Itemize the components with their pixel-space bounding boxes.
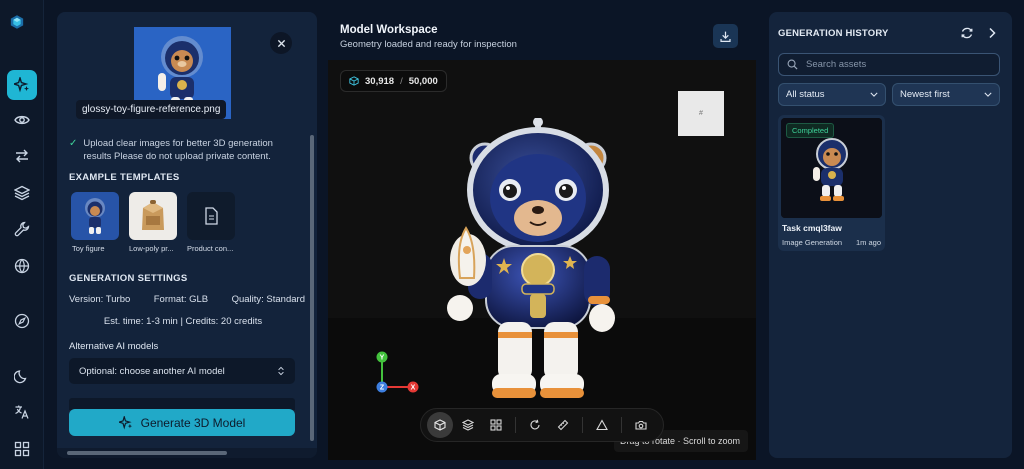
history-card-meta: Image Generation 1m ago — [782, 238, 881, 247]
panel-horizontal-scrollbar[interactable] — [67, 451, 227, 455]
template-label: Product con... — [187, 244, 234, 253]
polygon-max: 50,000 — [408, 75, 438, 87]
astronaut-bear-model — [447, 118, 615, 398]
history-card-time: 1m ago — [855, 238, 881, 247]
template-low-poly[interactable] — [129, 192, 177, 240]
panel-vertical-scrollbar[interactable] — [310, 135, 314, 441]
remove-image-button[interactable] — [270, 32, 292, 54]
download-icon — [720, 31, 731, 42]
grid-icon — [490, 419, 502, 431]
status-badge: Completed — [786, 123, 835, 138]
template-label: Toy figure — [72, 244, 105, 253]
axis-y-label: Y — [380, 355, 385, 362]
sparkle-icon — [118, 415, 132, 429]
sort-dropdown[interactable]: Newest first — [892, 83, 1000, 106]
left-rail — [0, 0, 44, 469]
template-label: Low-poly pr... — [129, 244, 174, 253]
wireframe-button[interactable] — [589, 412, 615, 438]
rail-moon-icon[interactable] — [7, 361, 37, 391]
rail-swap-icon[interactable] — [7, 141, 37, 171]
asset-search[interactable] — [778, 53, 1000, 76]
axis-gizmo: Y Z X — [376, 351, 419, 393]
generate-button-label: Generate 3D Model — [140, 415, 246, 430]
upload-tip: ✓ Upload clear images for better 3D gene… — [69, 137, 299, 163]
polygon-count: 30,918 — [365, 75, 395, 87]
view-solid-button[interactable] — [427, 412, 453, 438]
setting-version: Version: Turbo — [69, 294, 131, 305]
chevron-down-icon — [870, 92, 878, 97]
rail-wrench-icon[interactable] — [7, 214, 37, 244]
screenshot-button[interactable] — [628, 412, 654, 438]
setting-quality: Quality: Standard — [231, 294, 305, 305]
alt-model-placeholder: Optional: choose another AI model — [79, 365, 225, 377]
rail-eye-icon[interactable] — [7, 105, 37, 135]
template-toy-figure[interactable] — [71, 192, 119, 240]
workspace-subtitle: Geometry loaded and ready for inspection — [340, 39, 517, 50]
status-filter-value: All status — [786, 89, 825, 100]
sort-value: Newest first — [900, 89, 950, 100]
rail-compass-icon[interactable] — [7, 306, 37, 336]
upload-tip-text: Upload clear images for better 3D genera… — [83, 138, 273, 162]
layers-icon — [462, 419, 474, 431]
generation-history-panel: GENERATION HISTORY All status Newest fir… — [769, 12, 1012, 458]
status-filter-dropdown[interactable]: All status — [778, 83, 886, 106]
history-card-thumbnail: Completed — [781, 118, 882, 218]
generation-panel: glossy-toy-figure-reference.png ✓ Upload… — [57, 12, 317, 458]
rail-grid-icon[interactable] — [7, 434, 37, 464]
chevron-down-icon — [984, 92, 992, 97]
model-viewport[interactable]: 30,918 / 50,000 # Y Z X Drag to rotate ·… — [328, 60, 756, 460]
reset-rotation-button[interactable] — [522, 412, 548, 438]
ruler-icon — [557, 419, 569, 431]
axis-z-label: Z — [380, 385, 385, 392]
templates-heading: EXAMPLE TEMPLATES — [69, 172, 180, 183]
measure-button[interactable] — [550, 412, 576, 438]
history-card-type: Image Generation — [782, 238, 843, 247]
rail-layers-icon[interactable] — [7, 178, 37, 208]
rail-generate-icon[interactable] — [7, 70, 37, 100]
search-icon — [787, 59, 798, 70]
alt-model-select[interactable]: Optional: choose another AI model — [69, 358, 295, 384]
cube-icon — [349, 76, 359, 86]
close-icon — [277, 39, 285, 47]
setting-format: Format: GLB — [153, 294, 209, 305]
camera-icon — [635, 420, 647, 430]
toolbar-divider — [515, 417, 516, 433]
rotate-icon — [530, 419, 540, 430]
viewport-toolbar — [420, 408, 664, 442]
history-card[interactable]: Completed Task cmql3faw Image Generation… — [778, 115, 885, 251]
axis-x-label: X — [411, 385, 416, 392]
uploaded-file-name: glossy-toy-figure-reference.png — [76, 100, 227, 119]
rail-globe-icon[interactable] — [7, 251, 37, 281]
history-title: GENERATION HISTORY — [778, 28, 889, 39]
document-icon — [205, 207, 218, 225]
template-product[interactable] — [187, 192, 235, 240]
polygon-separator: / — [400, 75, 403, 87]
check-icon: ✓ — [69, 138, 78, 149]
triangle-icon — [596, 419, 608, 431]
updown-chevron-icon — [278, 366, 284, 376]
settings-summary: Version: Turbo Format: GLB Quality: Stan… — [69, 294, 305, 305]
download-button[interactable] — [713, 24, 738, 48]
app-logo-icon[interactable] — [9, 14, 35, 40]
history-card-title: Task cmql3faw — [782, 223, 842, 233]
toolbar-divider — [582, 417, 583, 433]
rail-translate-icon[interactable] — [7, 397, 37, 427]
generate-3d-model-button[interactable]: Generate 3D Model — [69, 409, 295, 436]
polygon-count-badge: 30,918 / 50,000 — [340, 70, 447, 92]
cube-icon — [434, 419, 446, 431]
alt-models-heading: Alternative AI models — [69, 341, 159, 352]
toolbar-divider — [621, 417, 622, 433]
view-layers-button[interactable] — [455, 412, 481, 438]
chevron-right-icon[interactable] — [985, 26, 999, 40]
refresh-icon[interactable] — [960, 26, 974, 40]
workspace-title: Model Workspace — [340, 24, 438, 36]
estimate-text: Est. time: 1-3 min | Credits: 20 credits — [103, 316, 263, 327]
settings-heading: GENERATION SETTINGS — [69, 273, 188, 284]
reference-preview-glyph: # — [699, 110, 703, 117]
search-input[interactable] — [806, 59, 986, 70]
reference-preview[interactable]: # — [678, 91, 724, 136]
view-grid-button[interactable] — [483, 412, 509, 438]
